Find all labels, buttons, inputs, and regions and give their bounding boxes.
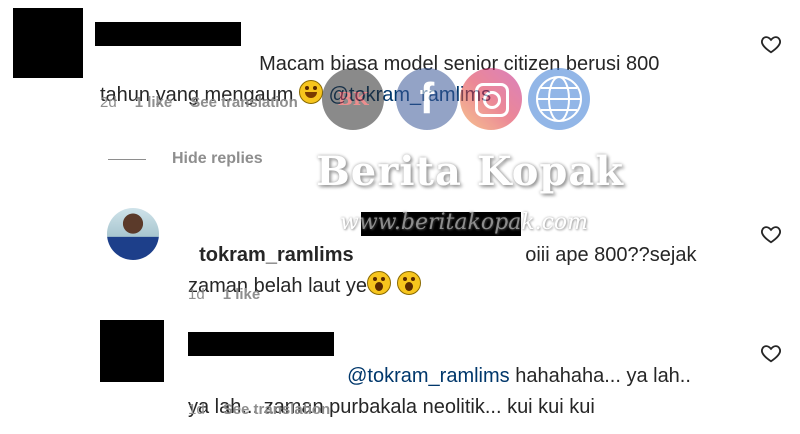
laugh-emoji: [299, 80, 324, 104]
hide-replies-label: Hide replies: [172, 150, 263, 167]
avatar[interactable]: [107, 208, 159, 260]
likes-count[interactable]: 1 like: [135, 94, 173, 111]
heart-icon[interactable]: [760, 342, 782, 364]
heart-icon[interactable]: [760, 223, 782, 245]
surprised-emoji: [396, 271, 421, 295]
mention-link[interactable]: @tokram_ramlims: [329, 84, 492, 106]
mention-link[interactable]: @tokram_ramlims: [347, 365, 510, 387]
divider: [108, 158, 146, 160]
reply-meta: 1d See translation: [188, 401, 330, 418]
timestamp: 1d: [188, 401, 205, 418]
hide-replies-toggle[interactable]: Hide replies: [108, 150, 263, 168]
reply-username[interactable]: tokram_ramlims: [199, 244, 354, 266]
avatar[interactable]: [100, 320, 164, 382]
avatar[interactable]: [13, 8, 83, 78]
timestamp: 1d: [188, 286, 205, 303]
timestamp: 2d: [100, 94, 117, 111]
heart-icon[interactable]: [760, 33, 782, 55]
likes-count[interactable]: 1 like: [223, 286, 261, 303]
comment-meta: 2d 1 like See translation: [100, 94, 298, 111]
surprised-emoji: [367, 271, 392, 295]
reply-meta: 1d 1 like: [188, 286, 260, 303]
redacted-username: [361, 212, 521, 236]
watermark-title: Berita Kopak: [315, 148, 624, 195]
see-translation-link[interactable]: See translation: [223, 401, 331, 418]
see-translation-link[interactable]: See translation: [190, 94, 298, 111]
